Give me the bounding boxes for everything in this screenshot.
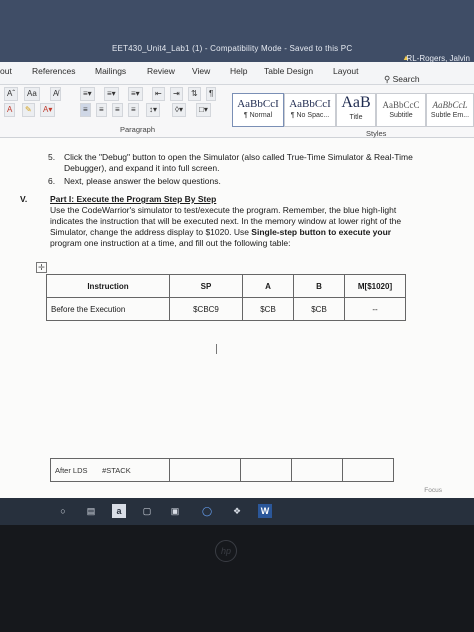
decrease-indent-button[interactable]: ⇤ xyxy=(152,87,165,101)
cell-empty[interactable] xyxy=(169,458,241,482)
folder-icon[interactable]: ▢ xyxy=(140,504,154,518)
instructions-line3: Simulator, change the address display to… xyxy=(50,227,392,237)
style-normal[interactable]: AaBbCcI ¶ Normal xyxy=(232,93,284,127)
tab-table-layout[interactable]: Layout xyxy=(333,66,359,76)
step-5-text-line2: Debugger), and expand it into full scree… xyxy=(64,163,220,173)
cell-a[interactable]: $CB xyxy=(242,297,294,321)
clear-format-button[interactable]: A̸ xyxy=(50,87,62,101)
multilevel-list-button[interactable]: ≡▾ xyxy=(128,87,143,101)
title-bar: EET430_Unit4_Lab1 (1) - Compatibility Mo… xyxy=(0,0,474,63)
instructions-line1: Use the CodeWarrior's simulator to test/… xyxy=(50,205,397,215)
table-move-handle-icon[interactable]: ✛ xyxy=(36,262,47,273)
header-a[interactable]: A xyxy=(242,274,294,298)
cell-instruction[interactable]: Before the Execution xyxy=(46,297,170,321)
show-marks-button[interactable]: ¶ xyxy=(206,87,217,101)
bullets-button[interactable]: ≡▾ xyxy=(80,87,95,101)
tab-help[interactable]: Help xyxy=(230,66,247,76)
cell-b[interactable]: $CB xyxy=(293,297,345,321)
step-5-text-line1: Click the "Debug" button to open the Sim… xyxy=(64,152,413,162)
dropbox-icon[interactable]: ❖ xyxy=(230,504,244,518)
cell-m1020[interactable]: -- xyxy=(344,297,406,321)
highlight-icon[interactable]: ✎ xyxy=(22,103,35,117)
instructions-line2: indicates the instruction that will be e… xyxy=(50,216,402,226)
paragraph-group-label: Paragraph xyxy=(120,125,156,134)
cell-empty[interactable] xyxy=(240,458,292,482)
register-table-continued: After LDS #STACK xyxy=(50,458,394,482)
step-6-number: 6. xyxy=(48,176,56,186)
tab-mailings[interactable]: Mailings xyxy=(95,66,126,76)
header-m1020[interactable]: M[$1020] xyxy=(344,274,406,298)
align-right-button[interactable]: ≡ xyxy=(112,103,123,117)
tab-review[interactable]: Review xyxy=(147,66,175,76)
tab-layout-partial[interactable]: out xyxy=(0,66,12,76)
increase-indent-button[interactable]: ⇥ xyxy=(170,87,183,101)
taskbar: ○ ▤ a ▢ ▣ ◯ ❖ W xyxy=(0,498,474,525)
section-number: V. xyxy=(20,194,28,204)
numbering-button[interactable]: ≡▾ xyxy=(104,87,119,101)
tab-table-design[interactable]: Table Design xyxy=(264,66,313,76)
tab-view[interactable]: View xyxy=(192,66,210,76)
hp-logo-icon: hp xyxy=(215,540,237,562)
align-center-button[interactable]: ≡ xyxy=(96,103,107,117)
ribbon-home: Aˆ Aa A̸ A ✎ A▾ ≡▾ ≡▾ ≡▾ ⇤ ⇥ ⇅ ¶ ≡ ≡ ≡ ≡… xyxy=(0,85,474,138)
table-header-row: Instruction SP A B M[$1020] xyxy=(46,274,406,298)
focus-mode-button[interactable]: Focus xyxy=(424,487,442,494)
task-view-icon[interactable]: ▤ xyxy=(84,504,98,518)
part-title: Part I: Execute the Program Step By Step xyxy=(50,194,217,204)
table-row: After LDS #STACK xyxy=(50,458,394,482)
step-6-text: Next, please answer the below questions. xyxy=(64,176,221,186)
text-effects-button[interactable]: A xyxy=(4,103,16,117)
line-spacing-button[interactable]: ↕▾ xyxy=(146,103,161,117)
header-instruction[interactable]: Instruction xyxy=(46,274,170,298)
screen: EET430_Unit4_Lab1 (1) - Compatibility Mo… xyxy=(0,0,474,525)
styles-group-label: Styles xyxy=(366,129,387,138)
font-color-button[interactable]: A▾ xyxy=(40,103,56,117)
start-circle-icon[interactable]: ○ xyxy=(56,504,70,518)
cell-after-lds[interactable]: After LDS #STACK xyxy=(50,458,170,482)
tab-references[interactable]: References xyxy=(32,66,75,76)
search-icon: ⚲ xyxy=(384,74,391,84)
document-page[interactable]: 5. Click the "Debug" button to open the … xyxy=(0,138,474,498)
ribbon-tabs: out References Mailings Review View Help… xyxy=(0,62,474,85)
style-subtle-emphasis[interactable]: AaBbCcL Subtle Em... xyxy=(426,93,474,127)
step-5-number: 5. xyxy=(48,152,56,162)
borders-button[interactable]: □▾ xyxy=(196,103,211,117)
mouse-cursor-icon xyxy=(216,344,217,354)
header-b[interactable]: B xyxy=(293,274,345,298)
store-icon[interactable]: ▣ xyxy=(168,504,182,518)
cell-sp[interactable]: $CBC9 xyxy=(169,297,243,321)
document-title: EET430_Unit4_Lab1 (1) - Compatibility Mo… xyxy=(112,44,353,53)
style-title[interactable]: AaB Title xyxy=(336,93,376,127)
cell-empty[interactable] xyxy=(291,458,343,482)
edge-icon[interactable]: ◯ xyxy=(200,504,214,518)
cell-empty[interactable] xyxy=(342,458,394,482)
style-no-spacing[interactable]: AaBbCcI ¶ No Spac... xyxy=(284,93,336,127)
search-label: Search xyxy=(392,74,420,84)
header-sp[interactable]: SP xyxy=(169,274,243,298)
table-row: Before the Execution $CBC9 $CB $CB -- xyxy=(46,297,406,321)
justify-button[interactable]: ≡ xyxy=(128,103,139,117)
change-case-button[interactable]: Aa xyxy=(24,87,40,101)
laptop-bezel: hp xyxy=(0,525,474,632)
register-table: Instruction SP A B M[$1020] Before the E… xyxy=(46,274,406,321)
word-icon[interactable]: W xyxy=(258,504,272,518)
style-subtitle[interactable]: AaBbCcC Subtitle xyxy=(376,93,426,127)
amazon-icon[interactable]: a xyxy=(112,504,126,518)
font-grow-button[interactable]: Aˆ xyxy=(4,87,18,101)
search-box[interactable]: ⚲ Search xyxy=(384,74,420,85)
shading-button[interactable]: ◊▾ xyxy=(172,103,186,117)
instructions-line4: program one instruction at a time, and f… xyxy=(50,238,291,248)
sort-button[interactable]: ⇅ xyxy=(188,87,201,101)
align-left-button[interactable]: ≡ xyxy=(80,103,91,117)
